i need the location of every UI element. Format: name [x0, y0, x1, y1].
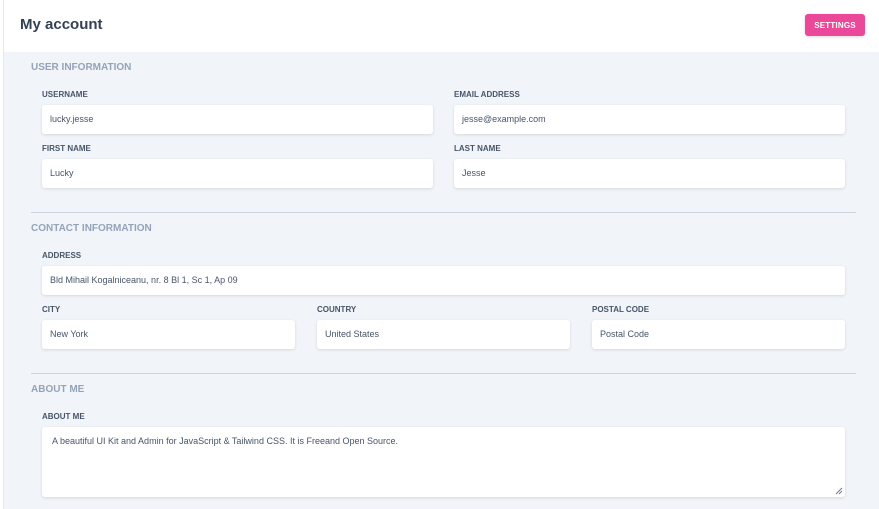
section-divider: [31, 373, 856, 374]
contact-information-heading: CONTACT INFORMATION: [31, 223, 152, 234]
country-input[interactable]: United States: [317, 320, 570, 349]
email-input[interactable]: jesse@example.com: [454, 105, 845, 134]
account-card: My account SETTINGS USER INFORMATION USE…: [3, 0, 879, 509]
resize-handle-icon[interactable]: [835, 487, 843, 495]
username-label: USERNAME: [42, 90, 88, 99]
user-information-heading: USER INFORMATION: [31, 62, 132, 73]
email-label: EMAIL ADDRESS: [454, 90, 520, 99]
about-me-label: ABOUT ME: [42, 412, 85, 421]
postal-code-label: POSTAL CODE: [592, 305, 650, 314]
last-name-input[interactable]: Jesse: [454, 159, 845, 188]
page-title: My account: [20, 16, 103, 33]
card-header: My account SETTINGS: [4, 0, 879, 52]
postal-code-input[interactable]: Postal Code: [592, 320, 845, 349]
first-name-input[interactable]: Lucky: [42, 159, 433, 188]
username-input[interactable]: lucky.jesse: [42, 105, 433, 134]
country-label: COUNTRY: [317, 305, 357, 314]
about-me-textarea[interactable]: A beautiful UI Kit and Admin for JavaScr…: [42, 427, 845, 497]
city-input[interactable]: New York: [42, 320, 295, 349]
about-me-text: A beautiful UI Kit and Admin for JavaScr…: [52, 436, 399, 446]
about-me-heading: ABOUT ME: [31, 384, 85, 395]
address-input[interactable]: Bld Mihail Kogalniceanu, nr. 8 Bl 1, Sc …: [42, 266, 845, 295]
last-name-label: LAST NAME: [454, 144, 501, 153]
first-name-label: FIRST NAME: [42, 144, 91, 153]
section-divider: [31, 212, 856, 213]
address-label: ADDRESS: [42, 251, 82, 260]
settings-button[interactable]: SETTINGS: [805, 14, 865, 36]
city-label: CITY: [42, 305, 61, 314]
